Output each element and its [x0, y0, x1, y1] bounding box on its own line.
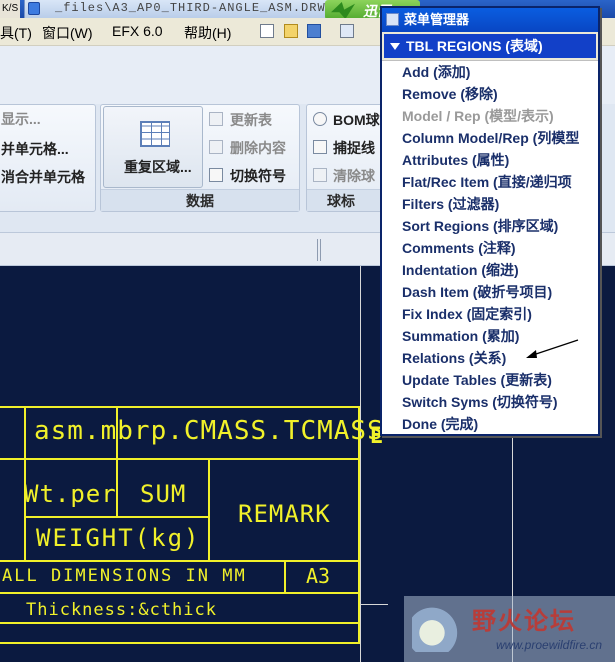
menu-item-update-tables[interactable]: Update Tables (更新表): [402, 369, 552, 391]
forum-watermark: 野火论坛 www.proewildfire.cn: [404, 596, 615, 662]
annotation-arrow-icon: [526, 339, 579, 358]
menu-manager-icon: [386, 13, 399, 26]
menu-item-remove[interactable]: Remove (移除): [402, 83, 498, 105]
xunlei-bird-icon: [331, 2, 355, 18]
switch-symbols-button[interactable]: 切换符号: [230, 166, 286, 186]
table-line: [24, 516, 208, 518]
eraser-icon: [209, 140, 223, 154]
watermark-title: 野火论坛: [472, 607, 576, 635]
menu-manager-title-bar[interactable]: 菜单管理器: [382, 8, 598, 32]
table-grid-icon: [140, 121, 170, 147]
sheet-size-text[interactable]: A3: [306, 564, 330, 588]
menu-item-sort-regions[interactable]: Sort Regions (排序区域): [402, 215, 558, 237]
watermark-url: www.proewildfire.cn: [496, 638, 603, 652]
menu-item-flat-rec-item[interactable]: Flat/Rec Item (直接/递归项: [402, 171, 572, 193]
save-icon[interactable]: [307, 24, 321, 38]
wt-per-text[interactable]: Wt.per: [24, 480, 117, 508]
menu-item-column-model-rep[interactable]: Column Model/Rep (列模型: [402, 127, 579, 149]
toolbar-grip[interactable]: [317, 239, 321, 261]
menu-item-add[interactable]: Add (添加): [402, 61, 470, 83]
menu-item-model-rep: Model / Rep (模型/表示): [402, 108, 554, 124]
menu-tools[interactable]: 具(T): [0, 23, 32, 43]
clear-balloon-button[interactable]: 清除球: [333, 166, 375, 186]
remove-content-button[interactable]: 删除内容: [230, 138, 286, 158]
menu-item-dash-item[interactable]: Dash Item (破折号项目): [402, 281, 552, 303]
table-line: [0, 592, 360, 594]
unmerge-cells-button[interactable]: 消合并单元格: [1, 167, 85, 187]
menu-item-indentation[interactable]: Indentation (缩进): [402, 259, 519, 281]
table-line: [0, 458, 360, 460]
show-button[interactable]: 显示...: [1, 109, 41, 129]
table-line: [208, 458, 210, 560]
tbl-regions-menu: Add (添加) Remove (移除) Model / Rep (模型/表示)…: [382, 60, 598, 434]
ribbon-group-table-format: 显示... 并单元格... 消合并单元格: [0, 104, 96, 212]
menu-efx[interactable]: EFX 6.0: [112, 23, 163, 39]
menu-manager-caption: 菜单管理器: [404, 12, 470, 27]
sum-text[interactable]: SUM: [140, 480, 186, 508]
file-tab-label: _files\A3_AP0_THIRD-ANGLE_ASM.DRW.: [55, 1, 334, 15]
menu-help[interactable]: 帮助(H): [184, 23, 231, 43]
layers-icon[interactable]: [340, 24, 354, 38]
new-file-icon[interactable]: [260, 24, 274, 38]
clear-balloon-icon: [313, 168, 327, 182]
file-tab[interactable]: _files\A3_AP0_THIRD-ANGLE_ASM.DRW.: [24, 0, 354, 18]
balloons-group-title: 球标: [307, 189, 385, 211]
thickness-text[interactable]: Thickness:&cthick: [26, 600, 217, 620]
weight-text[interactable]: WEIGHT(kg): [36, 524, 201, 552]
menu-manager-window: 菜单管理器 TBL REGIONS (表域) Add (添加) Remove (…: [380, 6, 600, 436]
menu-window[interactable]: 窗口(W): [42, 23, 93, 43]
menu-item-filters[interactable]: Filters (过滤器): [402, 193, 499, 215]
menu-item-comments[interactable]: Comments (注释): [402, 237, 516, 259]
open-folder-icon[interactable]: [284, 24, 298, 38]
forum-logo-icon: [412, 604, 462, 652]
repeat-region-button[interactable]: 重复区域...: [103, 106, 203, 188]
menu-item-attributes[interactable]: Attributes (属性): [402, 149, 509, 171]
menu-item-switch-syms[interactable]: Switch Syms (切换符号): [402, 391, 558, 413]
snap-line-button[interactable]: 捕捉线: [333, 138, 375, 158]
left-tab-stub[interactable]: K/S: [0, 0, 21, 18]
collapse-triangle-icon[interactable]: [390, 43, 400, 50]
table-line: [284, 560, 286, 592]
menu-item-summation[interactable]: Summation (累加): [402, 325, 519, 347]
remark-text[interactable]: REMARK: [238, 500, 331, 528]
guide-tick: [360, 604, 388, 605]
tbl-regions-header[interactable]: TBL REGIONS (表域): [384, 34, 596, 58]
table-line: [0, 406, 360, 408]
mass-parameter-text[interactable]: asm.mbrp.CMASS.TCMASS: [34, 416, 384, 446]
merge-cells-button[interactable]: 并单元格...: [1, 139, 69, 159]
table-line: [0, 642, 360, 644]
menu-item-fix-index[interactable]: Fix Index (固定索引): [402, 303, 532, 325]
repeat-region-label: 重复区域...: [124, 159, 192, 175]
table-line: [0, 560, 360, 562]
update-table-icon: [209, 112, 223, 126]
bom-balloon-button[interactable]: BOM球: [333, 110, 380, 130]
switch-symbol-icon: [209, 168, 223, 182]
data-group-title: 数据: [101, 189, 299, 211]
tbl-regions-label: TBL REGIONS (表域): [406, 38, 543, 54]
table-line: [0, 622, 360, 624]
snap-line-icon: [313, 140, 327, 154]
bom-balloon-icon: [313, 112, 327, 126]
menu-item-relations[interactable]: Relations (关系): [402, 347, 506, 369]
menu-item-done[interactable]: Done (完成): [402, 413, 478, 434]
guide-line: [360, 266, 361, 662]
document-icon: [28, 2, 40, 15]
update-table-button[interactable]: 更新表: [230, 110, 272, 130]
dimensions-note-text[interactable]: ALL DIMENSIONS IN MM: [2, 566, 247, 586]
